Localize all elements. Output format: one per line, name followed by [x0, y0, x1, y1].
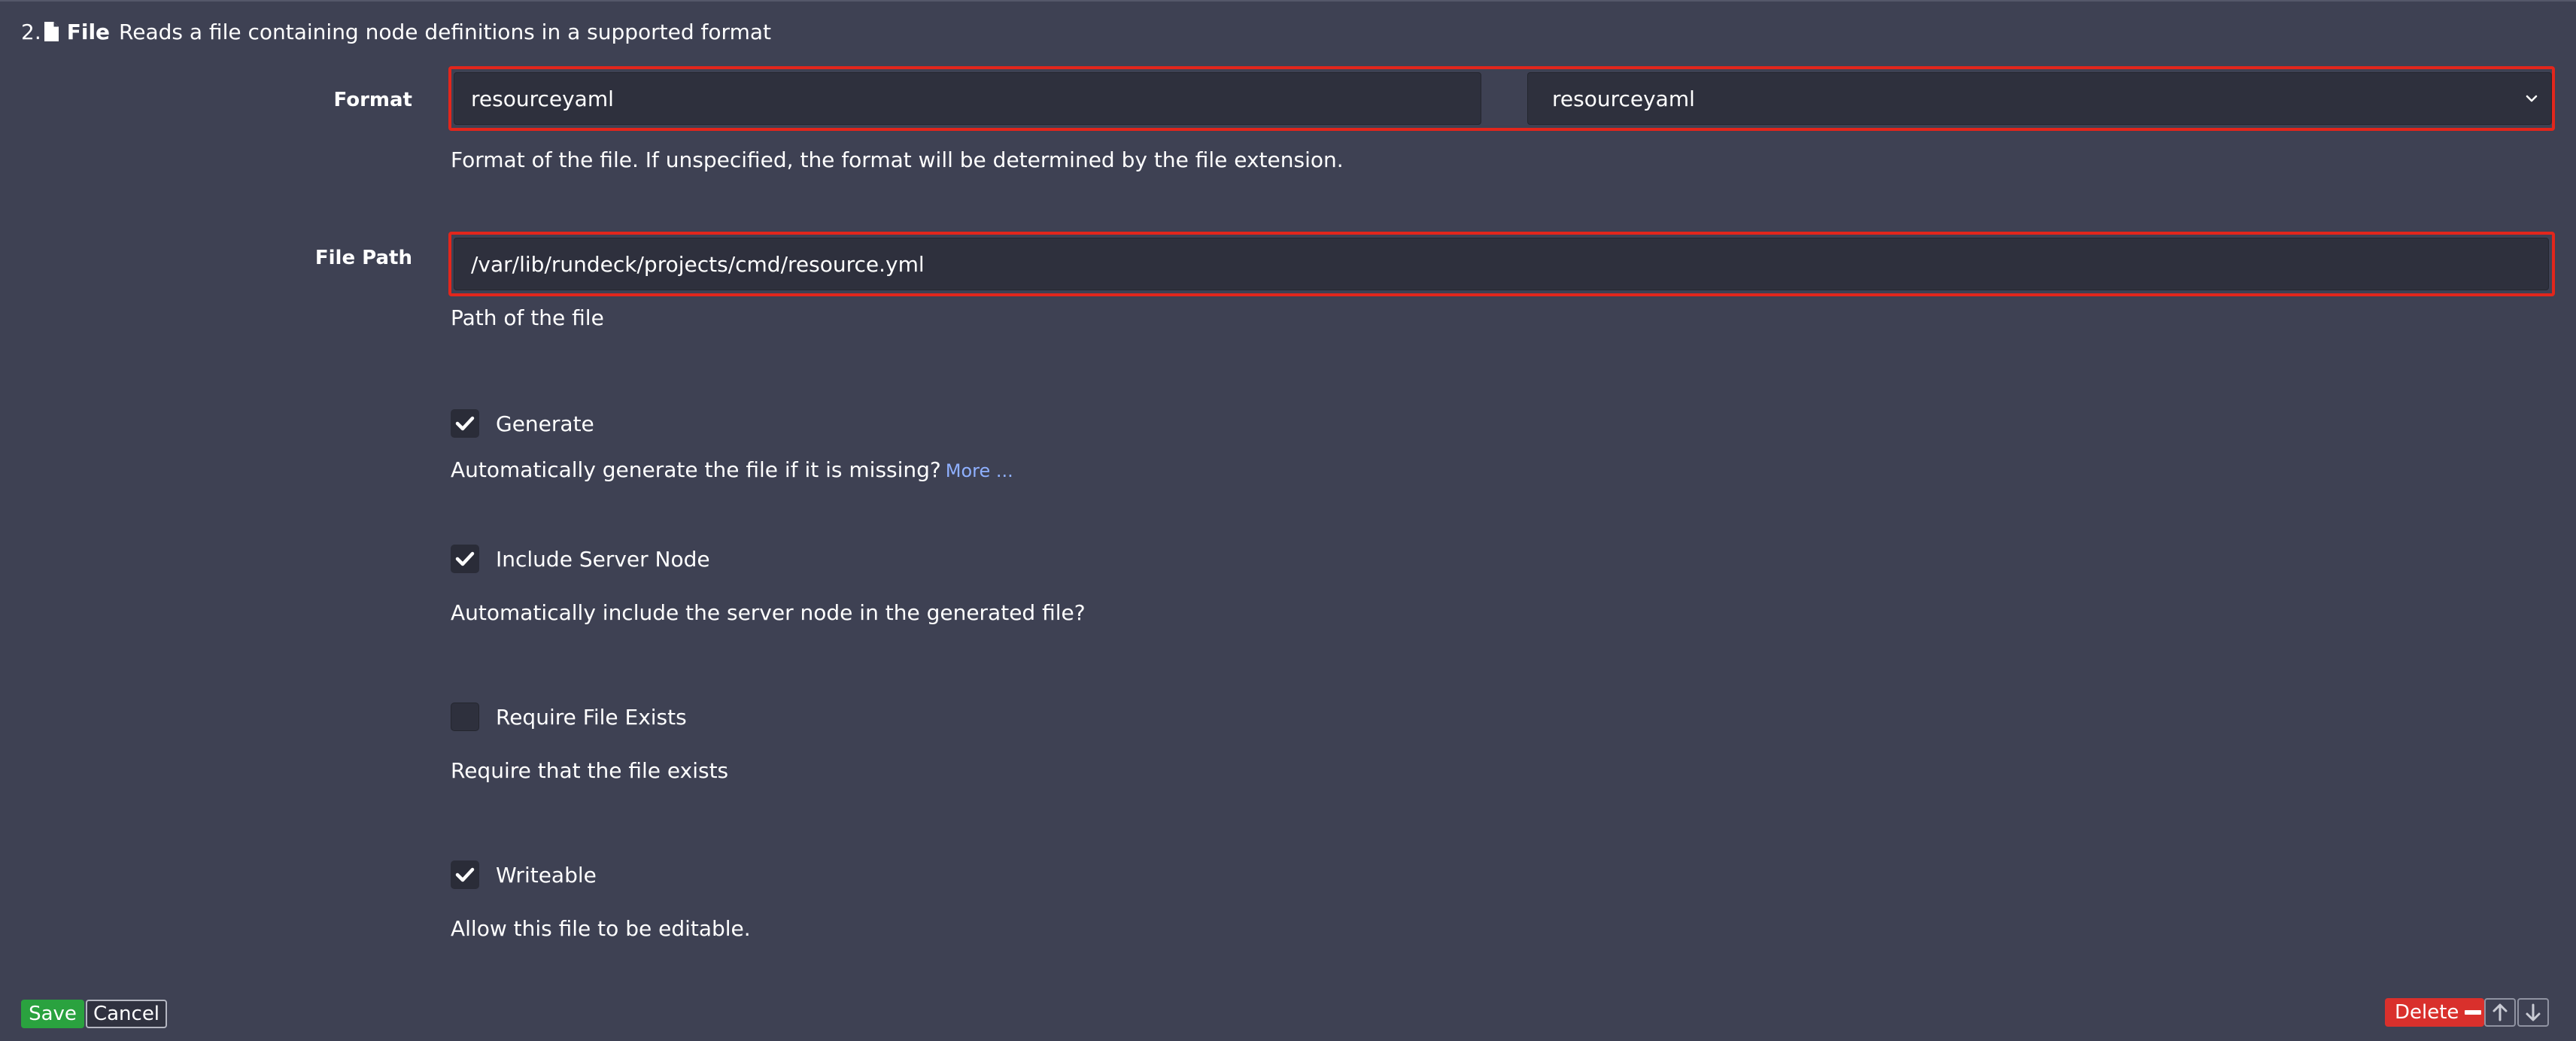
writeable-label: Writeable	[496, 862, 597, 888]
generate-option[interactable]: Generate	[451, 408, 594, 439]
file-path-input[interactable]: /var/lib/rundeck/projects/cmd/resource.y…	[454, 238, 2549, 290]
file-path-label: File Path	[314, 247, 412, 269]
file-icon	[44, 22, 59, 41]
include-server-node-label: Include Server Node	[496, 546, 710, 572]
arrow-down-icon	[2526, 1003, 2541, 1021]
include-server-node-checkbox[interactable]	[451, 545, 479, 573]
require-file-exists-option[interactable]: Require File Exists	[451, 702, 687, 732]
format-text-input[interactable]: resourceyaml	[454, 72, 1481, 125]
writeable-option[interactable]: Writeable	[451, 860, 597, 890]
require-file-exists-label: Require File Exists	[496, 704, 687, 730]
generate-help-text: Automatically generate the file if it is…	[451, 457, 1013, 482]
file-path-value: /var/lib/rundeck/projects/cmd/resource.y…	[471, 251, 925, 277]
delete-button-label: Delete	[2395, 1001, 2459, 1024]
move-down-button[interactable]	[2517, 998, 2549, 1027]
generate-checkbox[interactable]	[451, 409, 479, 438]
source-number: 2.	[21, 19, 41, 44]
writeable-help-text: Allow this file to be editable.	[451, 916, 751, 941]
format-highlight-box: resourceyaml resourceyaml	[448, 66, 2555, 131]
writeable-checkbox[interactable]	[451, 860, 479, 889]
require-file-exists-checkbox[interactable]	[451, 703, 479, 731]
file-path-help-text: Path of the file	[451, 305, 604, 330]
include-server-node-option[interactable]: Include Server Node	[451, 544, 710, 574]
generate-label: Generate	[496, 411, 594, 436]
format-select[interactable]: resourceyaml	[1527, 72, 2552, 125]
format-label: Format	[333, 89, 412, 111]
checkmark-icon	[455, 867, 475, 882]
chevron-down-icon	[2526, 95, 2538, 102]
source-description: Reads a file containing node definitions…	[119, 19, 771, 44]
source-editor-panel: 2. File Reads a file containing node def…	[0, 0, 2576, 1041]
minus-icon	[2465, 1010, 2482, 1015]
require-file-exists-help-text: Require that the file exists	[451, 758, 729, 783]
cancel-button[interactable]: Cancel	[86, 1000, 167, 1028]
checkmark-icon	[455, 416, 475, 431]
delete-button[interactable]: Delete	[2385, 998, 2484, 1027]
generate-more-link[interactable]: More ...	[946, 460, 1013, 481]
source-header: 2. File Reads a file containing node def…	[21, 18, 771, 45]
arrow-up-icon	[2492, 1003, 2508, 1021]
move-up-button[interactable]	[2484, 998, 2516, 1027]
source-title: File	[66, 19, 111, 44]
format-help-text: Format of the file. If unspecified, the …	[451, 147, 1344, 172]
format-select-value: resourceyaml	[1552, 86, 1695, 111]
include-server-node-help-text: Automatically include the server node in…	[451, 600, 1086, 625]
format-text-value: resourceyaml	[471, 86, 614, 111]
checkmark-icon	[455, 551, 475, 566]
save-button[interactable]: Save	[21, 1000, 84, 1028]
generate-help-label: Automatically generate the file if it is…	[451, 457, 941, 482]
file-path-highlight-box: /var/lib/rundeck/projects/cmd/resource.y…	[448, 232, 2555, 296]
